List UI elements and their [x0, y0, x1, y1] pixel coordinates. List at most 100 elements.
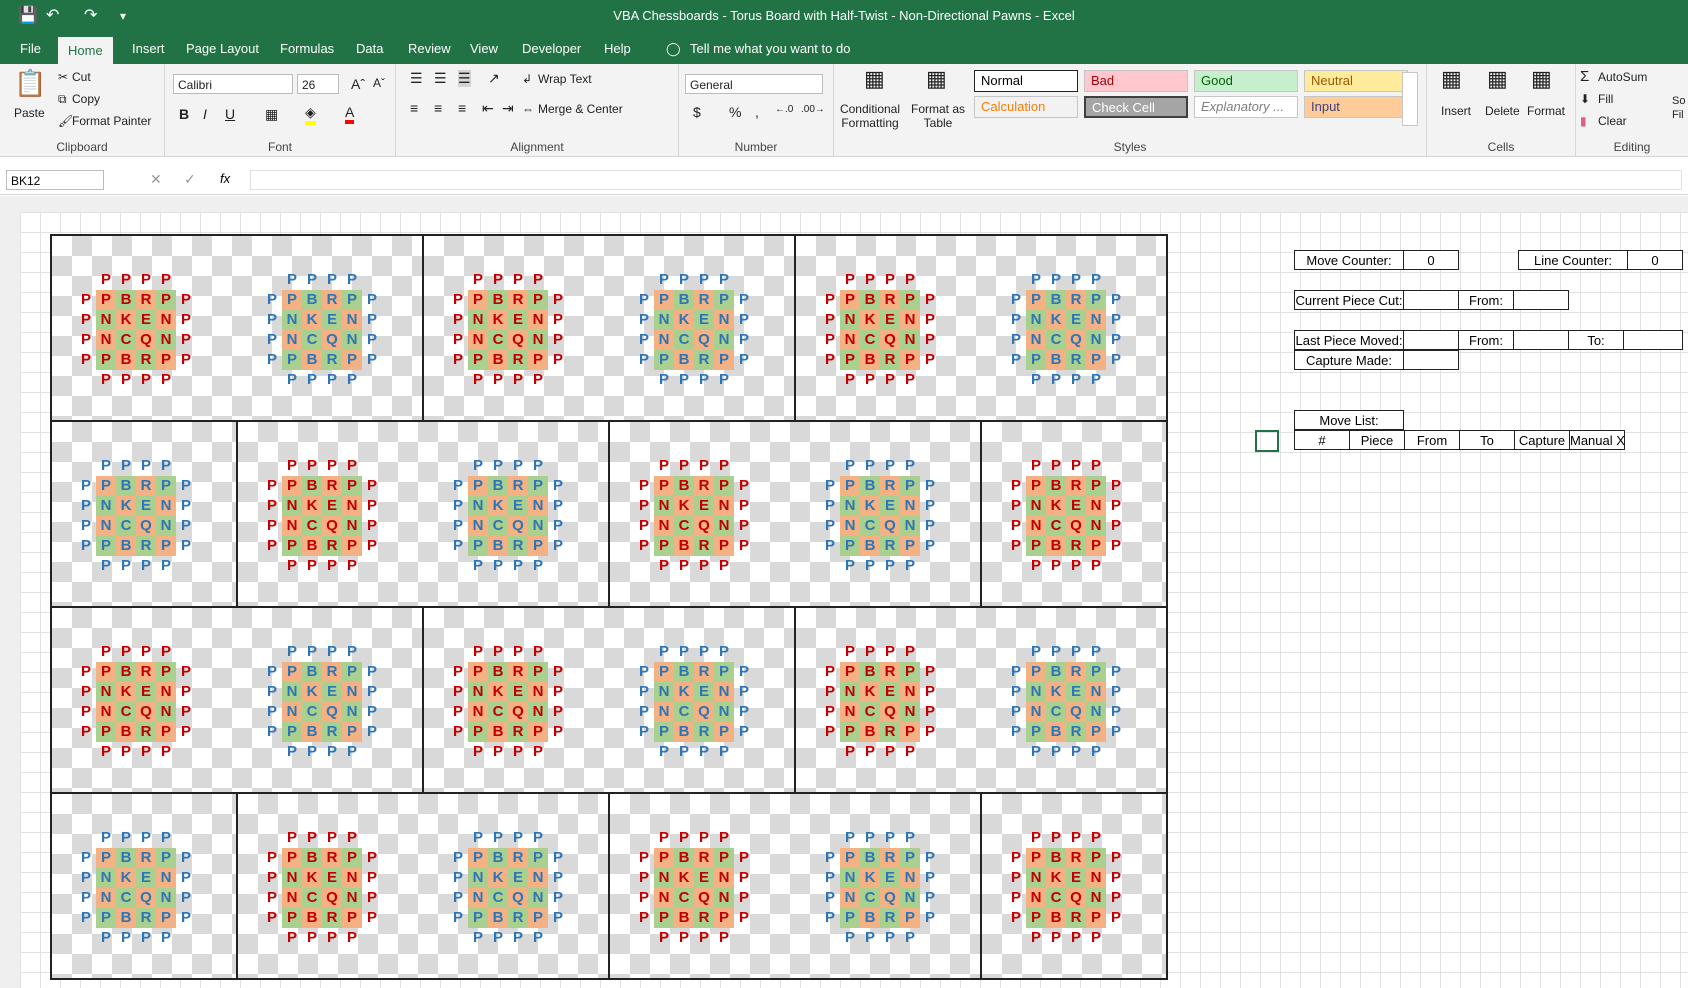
chess-piece[interactable]: E: [1066, 682, 1086, 702]
tab-page-layout[interactable]: Page Layout: [176, 34, 269, 64]
chess-piece[interactable]: P: [282, 556, 302, 576]
chess-piece[interactable]: R: [322, 848, 342, 868]
chess-piece[interactable]: N: [342, 702, 362, 722]
chess-piece[interactable]: P: [694, 556, 714, 576]
chess-piece[interactable]: E: [1066, 868, 1086, 888]
chess-piece[interactable]: P: [342, 828, 362, 848]
chess-piece[interactable]: P: [322, 828, 342, 848]
chess-piece[interactable]: P: [1006, 350, 1026, 370]
chess-piece[interactable]: K: [488, 496, 508, 516]
chess-piece[interactable]: N: [156, 868, 176, 888]
chess-piece[interactable]: P: [920, 868, 940, 888]
chess-piece[interactable]: P: [734, 330, 754, 350]
chess-piece[interactable]: P: [342, 722, 362, 742]
chess-piece[interactable]: P: [468, 556, 488, 576]
chess-piece[interactable]: P: [156, 370, 176, 390]
chess-piece[interactable]: P: [1106, 888, 1126, 908]
chess-piece[interactable]: P: [548, 476, 568, 496]
chess-piece[interactable]: N: [342, 516, 362, 536]
number-format-select[interactable]: General: [685, 74, 823, 94]
chess-piece[interactable]: P: [508, 642, 528, 662]
chess-piece[interactable]: K: [860, 682, 880, 702]
chess-piece[interactable]: P: [634, 662, 654, 682]
chess-piece[interactable]: N: [840, 702, 860, 722]
chess-piece[interactable]: R: [136, 476, 156, 496]
chess-piece[interactable]: N: [342, 496, 362, 516]
chess-piece[interactable]: P: [840, 928, 860, 948]
chess-piece[interactable]: P: [734, 496, 754, 516]
chess-piece[interactable]: N: [1026, 330, 1046, 350]
chess-piece[interactable]: E: [1066, 496, 1086, 516]
chess-piece[interactable]: B: [674, 476, 694, 496]
chess-piece[interactable]: P: [302, 642, 322, 662]
chess-piece[interactable]: E: [694, 496, 714, 516]
chess-piece[interactable]: P: [1026, 642, 1046, 662]
chess-piece[interactable]: R: [880, 848, 900, 868]
chess-piece[interactable]: N: [342, 310, 362, 330]
chess-piece[interactable]: N: [96, 516, 116, 536]
chess-piece[interactable]: C: [860, 516, 880, 536]
chess-piece[interactable]: B: [116, 350, 136, 370]
chess-piece[interactable]: C: [860, 888, 880, 908]
chess-piece[interactable]: P: [528, 536, 548, 556]
format-button[interactable]: Format: [1527, 104, 1565, 118]
chess-piece[interactable]: P: [468, 908, 488, 928]
align-left-icon[interactable]: ≡: [410, 100, 418, 116]
chess-piece[interactable]: P: [714, 662, 734, 682]
chess-piece[interactable]: P: [76, 682, 96, 702]
chess-piece[interactable]: P: [176, 476, 196, 496]
chess-piece[interactable]: Q: [322, 702, 342, 722]
chess-piece[interactable]: P: [1066, 556, 1086, 576]
chess-piece[interactable]: Q: [694, 702, 714, 722]
chess-piece[interactable]: P: [76, 868, 96, 888]
chess-piece[interactable]: P: [302, 828, 322, 848]
chess-piece[interactable]: P: [508, 456, 528, 476]
chess-piece[interactable]: P: [1086, 556, 1106, 576]
chess-piece[interactable]: P: [1006, 868, 1026, 888]
chess-piece[interactable]: P: [262, 682, 282, 702]
chess-piece[interactable]: P: [714, 908, 734, 928]
chess-piece[interactable]: P: [282, 722, 302, 742]
chess-piece[interactable]: P: [654, 908, 674, 928]
chess-piece[interactable]: C: [116, 702, 136, 722]
column-headers[interactable]: [0, 196, 1688, 213]
chess-piece[interactable]: P: [362, 662, 382, 682]
chess-piece[interactable]: N: [528, 496, 548, 516]
chess-piece[interactable]: B: [1046, 350, 1066, 370]
chess-piece[interactable]: P: [900, 828, 920, 848]
chess-piece[interactable]: P: [116, 270, 136, 290]
chess-piece[interactable]: B: [302, 848, 322, 868]
chess-piece[interactable]: Q: [508, 330, 528, 350]
chess-piece[interactable]: B: [674, 536, 694, 556]
chess-piece[interactable]: R: [1066, 722, 1086, 742]
styles-scroll[interactable]: [1402, 72, 1418, 126]
chess-piece[interactable]: B: [302, 350, 322, 370]
chess-piece[interactable]: N: [1026, 516, 1046, 536]
chess-piece[interactable]: R: [880, 290, 900, 310]
chess-piece[interactable]: N: [468, 702, 488, 722]
chess-piece[interactable]: P: [920, 702, 940, 722]
chess-piece[interactable]: P: [1026, 350, 1046, 370]
chess-piece[interactable]: P: [634, 476, 654, 496]
chess-piece[interactable]: P: [920, 722, 940, 742]
chess-piece[interactable]: P: [262, 536, 282, 556]
chess-piece[interactable]: P: [262, 310, 282, 330]
align-right-icon[interactable]: ≡: [458, 100, 466, 116]
chess-piece[interactable]: P: [694, 456, 714, 476]
chess-piece[interactable]: P: [116, 928, 136, 948]
chess-piece[interactable]: P: [1106, 330, 1126, 350]
chess-piece[interactable]: P: [548, 702, 568, 722]
chess-piece[interactable]: P: [634, 330, 654, 350]
chess-piece[interactable]: P: [1106, 848, 1126, 868]
chess-piece[interactable]: N: [468, 516, 488, 536]
chess-piece[interactable]: R: [136, 848, 156, 868]
chess-piece[interactable]: P: [156, 722, 176, 742]
chess-piece[interactable]: P: [860, 742, 880, 762]
chess-piece[interactable]: P: [508, 556, 528, 576]
chess-piece[interactable]: P: [654, 742, 674, 762]
chess-piece[interactable]: P: [468, 662, 488, 682]
chess-piece[interactable]: R: [1066, 848, 1086, 868]
chess-piece[interactable]: P: [900, 270, 920, 290]
chess-piece[interactable]: P: [76, 476, 96, 496]
chess-piece[interactable]: P: [262, 722, 282, 742]
